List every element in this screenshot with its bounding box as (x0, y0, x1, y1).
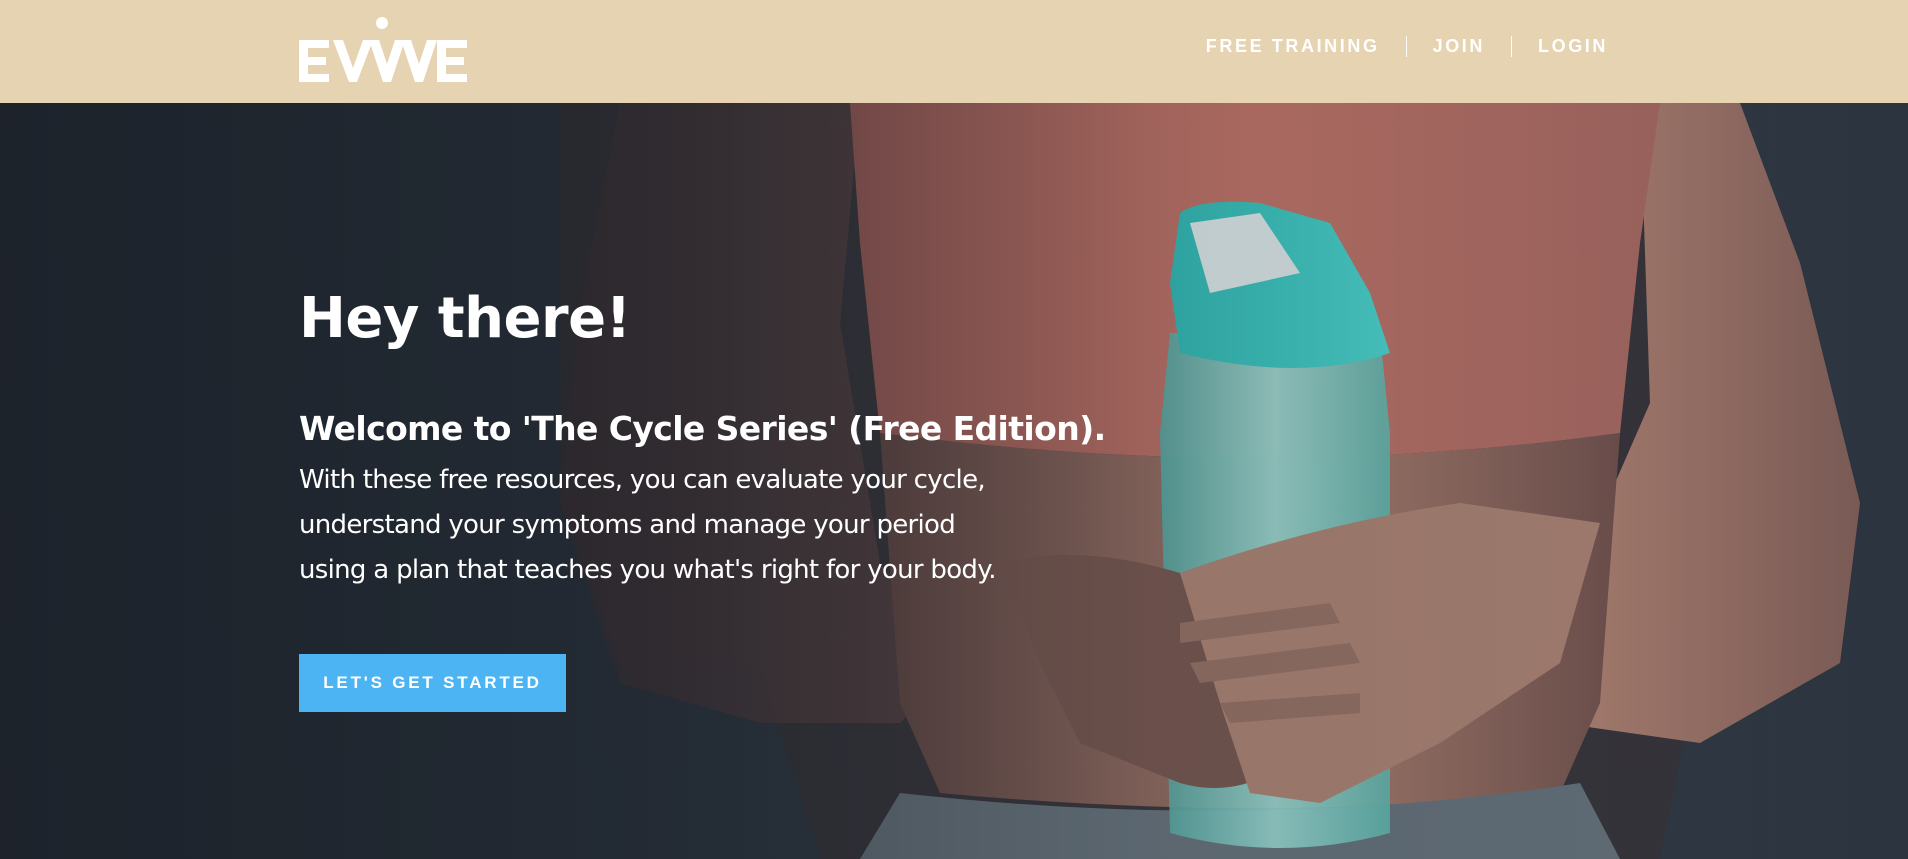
evve-logo[interactable] (297, 14, 469, 86)
nav-free-training-link[interactable]: FREE TRAINING (1206, 34, 1380, 58)
hero-description-line: using a plan that teaches you what's rig… (299, 555, 996, 585)
site-header: FREE TRAINING JOIN LOGIN (0, 0, 1908, 103)
main-nav: FREE TRAINING JOIN LOGIN (1206, 34, 1608, 58)
hero-description-line: understand your symptoms and manage your… (299, 510, 956, 540)
hero-subtitle: Welcome to 'The Cycle Series' (Free Edit… (299, 409, 1106, 448)
get-started-button[interactable]: LET'S GET STARTED (299, 654, 566, 712)
hero-content: Hey there! Welcome to 'The Cycle Series'… (299, 103, 1199, 859)
hero-section: Hey there! Welcome to 'The Cycle Series'… (0, 103, 1908, 859)
hero-title: Hey there! (299, 286, 631, 351)
nav-login-link[interactable]: LOGIN (1538, 34, 1608, 58)
hero-description-line: With these free resources, you can evalu… (299, 465, 986, 495)
landing-page: FREE TRAINING JOIN LOGIN Hey there! Welc… (0, 0, 1908, 859)
nav-join-link[interactable]: JOIN (1433, 34, 1485, 58)
logo-graphic (299, 17, 467, 82)
hero-description: With these free resources, you can evalu… (299, 458, 1059, 593)
nav-divider (1511, 35, 1512, 57)
nav-divider (1405, 35, 1407, 57)
